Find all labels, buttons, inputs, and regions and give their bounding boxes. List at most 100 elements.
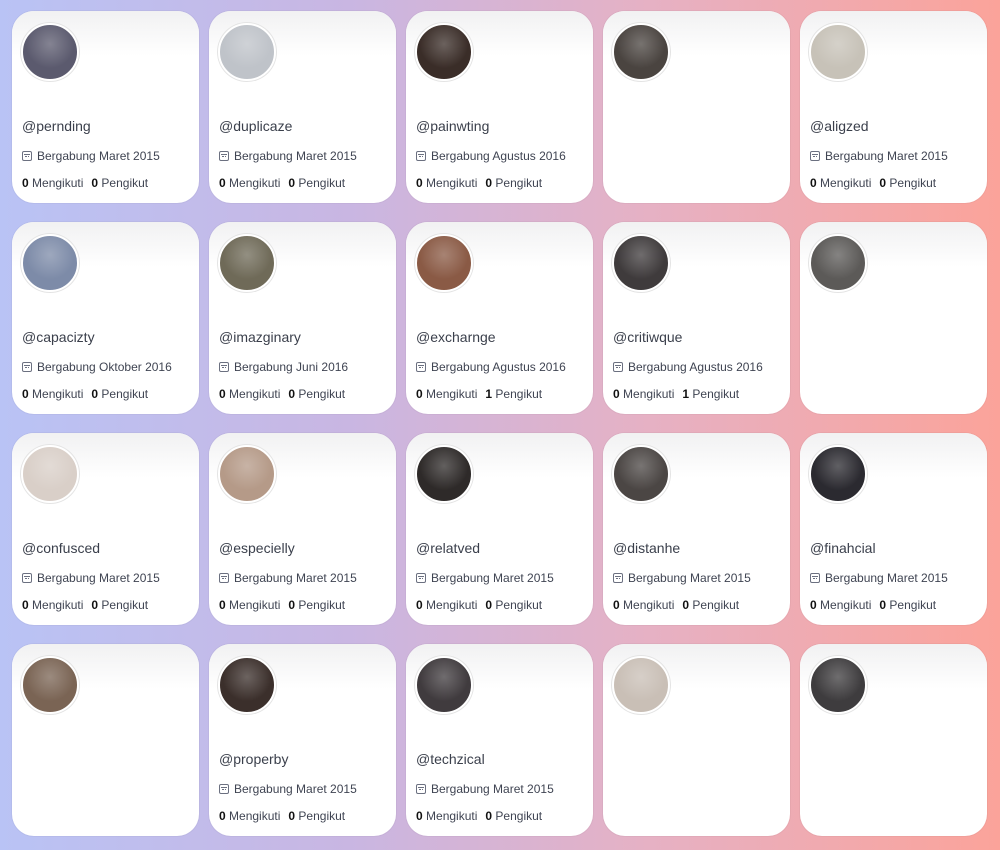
- following-count[interactable]: 0: [219, 598, 226, 612]
- followers-count[interactable]: 0: [91, 176, 98, 190]
- following-label[interactable]: Mengikuti: [229, 387, 280, 401]
- followers-label[interactable]: Pengikut: [495, 809, 542, 823]
- followers-count[interactable]: 1: [485, 387, 492, 401]
- followers-label[interactable]: Pengikut: [298, 176, 345, 190]
- profile-handle[interactable]: @especielly: [219, 540, 295, 556]
- following-count[interactable]: 0: [416, 387, 423, 401]
- profile-card[interactable]: [800, 222, 987, 414]
- profile-handle[interactable]: @pernding: [22, 118, 91, 134]
- following-label[interactable]: Mengikuti: [426, 387, 477, 401]
- avatar[interactable]: [612, 23, 670, 81]
- avatar[interactable]: [415, 234, 473, 292]
- profile-card[interactable]: @confusced Bergabung Maret 2015 0 Mengikut…: [12, 433, 199, 625]
- profile-card[interactable]: @finahcial Bergabung Maret 2015 0 Mengikut…: [800, 433, 987, 625]
- following-label[interactable]: Mengikuti: [229, 598, 280, 612]
- avatar[interactable]: [809, 234, 867, 292]
- followers-label[interactable]: Pengikut: [692, 598, 739, 612]
- followers-label[interactable]: Pengikut: [101, 176, 148, 190]
- avatar[interactable]: [21, 656, 79, 714]
- avatar[interactable]: [415, 656, 473, 714]
- profile-card[interactable]: @techzical Bergabung Maret 2015 0 Mengikut…: [406, 644, 593, 836]
- following-label[interactable]: Mengikuti: [820, 176, 871, 190]
- followers-count[interactable]: 0: [879, 176, 886, 190]
- followers-label[interactable]: Pengikut: [101, 598, 148, 612]
- followers-count[interactable]: 0: [288, 387, 295, 401]
- profile-card[interactable]: @imazginary Bergabung Juni 2016 0 Mengikut…: [209, 222, 396, 414]
- profile-handle[interactable]: @aligzed: [810, 118, 869, 134]
- following-label[interactable]: Mengikuti: [229, 809, 280, 823]
- avatar[interactable]: [21, 234, 79, 292]
- following-label[interactable]: Mengikuti: [229, 176, 280, 190]
- following-count[interactable]: 0: [810, 598, 817, 612]
- profile-card[interactable]: @relatved Bergabung Maret 2015 0 Mengikuti…: [406, 433, 593, 625]
- following-label[interactable]: Mengikuti: [426, 809, 477, 823]
- avatar[interactable]: [415, 445, 473, 503]
- following-count[interactable]: 0: [416, 809, 423, 823]
- profile-card[interactable]: @capacizty Bergabung Oktober 2016 0 Mengik…: [12, 222, 199, 414]
- following-count[interactable]: 0: [22, 176, 29, 190]
- followers-count[interactable]: 0: [91, 387, 98, 401]
- followers-label[interactable]: Pengikut: [298, 598, 345, 612]
- profile-card[interactable]: @distanhe Bergabung Maret 2015 0 Mengikuti…: [603, 433, 790, 625]
- following-count[interactable]: 0: [416, 598, 423, 612]
- followers-count[interactable]: 0: [485, 809, 492, 823]
- followers-label[interactable]: Pengikut: [889, 598, 936, 612]
- following-count[interactable]: 0: [219, 809, 226, 823]
- avatar[interactable]: [21, 445, 79, 503]
- profile-handle[interactable]: @imazginary: [219, 329, 301, 345]
- profile-card[interactable]: @painwting Bergabung Agustus 2016 0 Mengik…: [406, 11, 593, 203]
- followers-count[interactable]: 0: [91, 598, 98, 612]
- followers-count[interactable]: 0: [485, 176, 492, 190]
- profile-card[interactable]: @aligzed Bergabung Maret 2015 0 Mengikuti 0…: [800, 11, 987, 203]
- followers-label[interactable]: Pengikut: [298, 387, 345, 401]
- following-count[interactable]: 0: [613, 387, 620, 401]
- profile-card[interactable]: [603, 11, 790, 203]
- profile-card[interactable]: @critiwque Bergabung Agustus 2016 0 Mengik…: [603, 222, 790, 414]
- profile-card[interactable]: [603, 644, 790, 836]
- profile-handle[interactable]: @excharnge: [416, 329, 496, 345]
- avatar[interactable]: [21, 23, 79, 81]
- following-count[interactable]: 0: [219, 176, 226, 190]
- avatar[interactable]: [612, 445, 670, 503]
- profile-handle[interactable]: @critiwque: [613, 329, 682, 345]
- avatar[interactable]: [218, 234, 276, 292]
- following-label[interactable]: Mengikuti: [820, 598, 871, 612]
- avatar[interactable]: [218, 445, 276, 503]
- followers-count[interactable]: 1: [682, 387, 689, 401]
- followers-count[interactable]: 0: [485, 598, 492, 612]
- profile-handle[interactable]: @relatved: [416, 540, 480, 556]
- following-count[interactable]: 0: [416, 176, 423, 190]
- avatar[interactable]: [218, 656, 276, 714]
- profile-handle[interactable]: @distanhe: [613, 540, 680, 556]
- profile-handle[interactable]: @properby: [219, 751, 288, 767]
- profile-card[interactable]: @duplicaze Bergabung Maret 2015 0 Mengikut…: [209, 11, 396, 203]
- profile-handle[interactable]: @confusced: [22, 540, 100, 556]
- followers-label[interactable]: Pengikut: [495, 176, 542, 190]
- followers-count[interactable]: 0: [288, 598, 295, 612]
- profile-handle[interactable]: @duplicaze: [219, 118, 292, 134]
- followers-label[interactable]: Pengikut: [101, 387, 148, 401]
- following-label[interactable]: Mengikuti: [426, 176, 477, 190]
- following-label[interactable]: Mengikuti: [32, 176, 83, 190]
- avatar[interactable]: [809, 23, 867, 81]
- following-count[interactable]: 0: [22, 387, 29, 401]
- profile-card[interactable]: @excharnge Bergabung Agustus 2016 0 Mengik…: [406, 222, 593, 414]
- followers-label[interactable]: Pengikut: [889, 176, 936, 190]
- avatar[interactable]: [415, 23, 473, 81]
- following-label[interactable]: Mengikuti: [426, 598, 477, 612]
- profile-card[interactable]: @especielly Bergabung Maret 2015 0 Mengiku…: [209, 433, 396, 625]
- following-label[interactable]: Mengikuti: [32, 387, 83, 401]
- followers-count[interactable]: 0: [288, 176, 295, 190]
- following-label[interactable]: Mengikuti: [623, 387, 674, 401]
- following-count[interactable]: 0: [810, 176, 817, 190]
- followers-count[interactable]: 0: [879, 598, 886, 612]
- avatar[interactable]: [218, 23, 276, 81]
- following-label[interactable]: Mengikuti: [623, 598, 674, 612]
- profile-card[interactable]: @pernding Bergabung Maret 2015 0 Mengikuti…: [12, 11, 199, 203]
- followers-label[interactable]: Pengikut: [692, 387, 739, 401]
- profile-card[interactable]: @properby Bergabung Maret 2015 0 Mengikuti…: [209, 644, 396, 836]
- following-label[interactable]: Mengikuti: [32, 598, 83, 612]
- followers-count[interactable]: 0: [288, 809, 295, 823]
- profile-handle[interactable]: @capacizty: [22, 329, 95, 345]
- profile-handle[interactable]: @techzical: [416, 751, 485, 767]
